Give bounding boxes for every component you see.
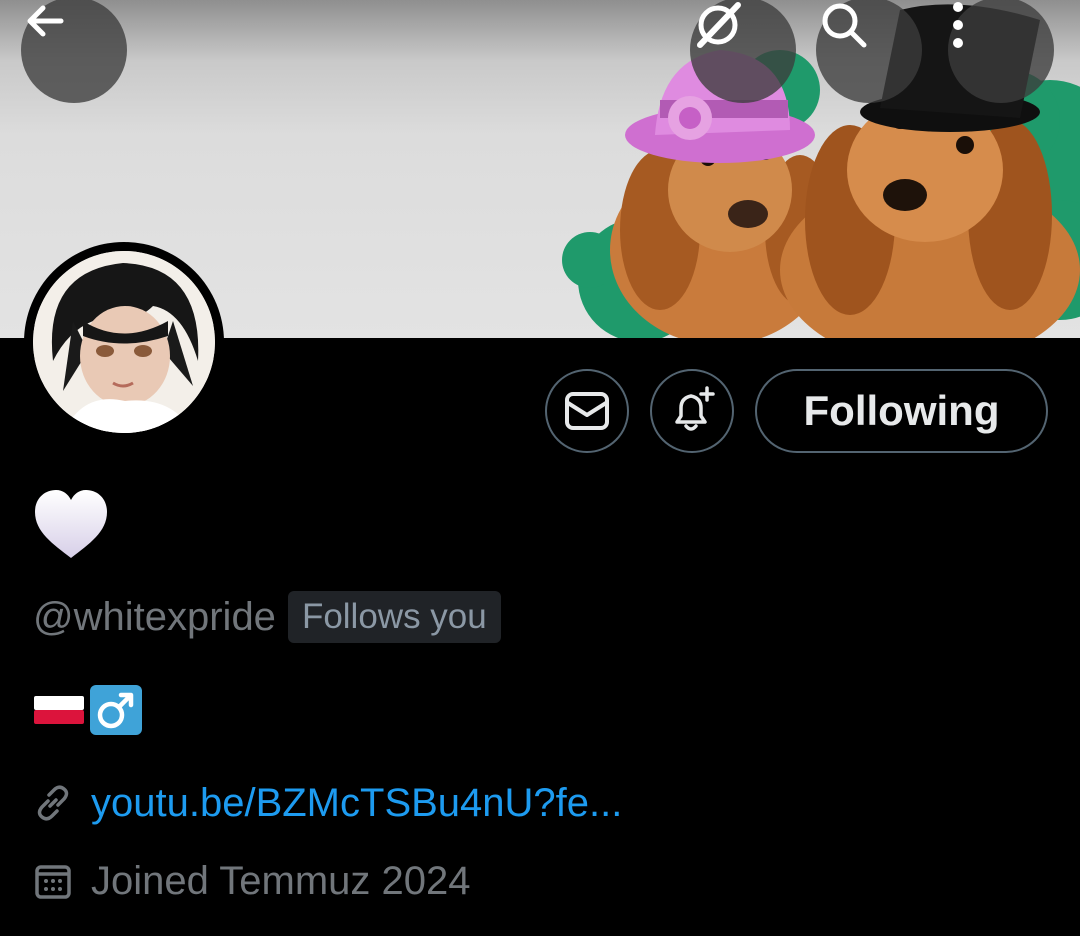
website-link[interactable]: youtu.be/BZMcTSBu4nU?fe... [91,781,622,826]
white-heart-icon [35,490,107,558]
arrow-left-icon [27,5,64,37]
grok-icon [697,2,741,48]
avatar-image [33,251,215,433]
more-vertical-icon [953,2,963,48]
calendar-icon [35,865,71,899]
mail-icon [565,392,609,430]
search-button[interactable] [816,0,922,103]
back-button[interactable] [21,0,127,103]
following-button[interactable]: Following [755,369,1048,453]
link-icon [37,785,69,821]
male-sign-icon [90,685,142,735]
handle: @whitexpride [33,594,276,639]
search-icon [822,3,867,48]
display-name [33,488,109,562]
message-button[interactable] [545,369,629,453]
website-row: youtu.be/BZMcTSBu4nU?fe... [33,778,622,828]
joined-row: Joined Temmuz 2024 [33,856,471,906]
more-button[interactable] [948,0,1054,103]
follows-you-badge: Follows you [287,591,501,643]
notifications-button[interactable] [650,369,734,453]
grok-button[interactable] [690,0,796,103]
joined-date: Joined Temmuz 2024 [91,858,471,903]
poland-flag-icon [34,696,84,724]
bell-plus-icon [675,386,715,431]
avatar[interactable] [24,242,224,442]
bio [33,684,143,736]
handle-row: @whitexpride Follows you [33,590,501,644]
